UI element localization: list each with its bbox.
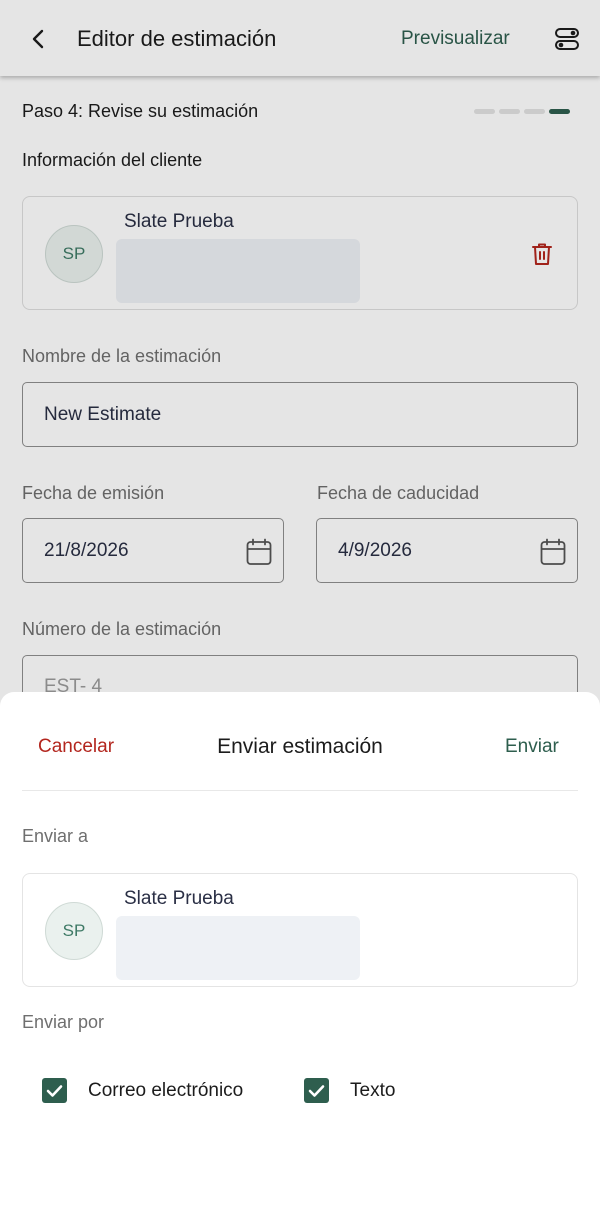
checkmark-icon [308,1084,325,1097]
cancel-button[interactable]: Cancelar [38,736,114,758]
send-via-label: Enviar por [22,1012,105,1032]
checkmark-icon [46,1084,63,1097]
email-option[interactable]: Correo electrónico [42,1078,243,1103]
email-checkbox[interactable] [42,1078,67,1103]
send-button[interactable]: Enviar [505,736,559,758]
send-estimate-sheet: Enviar estimación Cancelar Enviar Enviar… [0,692,600,1219]
recipient-card[interactable]: SP Slate Prueba [22,873,578,987]
text-option-label: Texto [350,1079,396,1101]
email-option-label: Correo electrónico [88,1079,244,1101]
text-checkbox[interactable] [304,1078,329,1103]
recipient-details-redacted [116,916,360,980]
text-option[interactable]: Texto [304,1078,395,1103]
divider [22,790,578,791]
recipient-name: Slate Prueba [124,888,234,909]
avatar: SP [45,902,103,960]
send-to-label: Enviar a [22,826,89,846]
